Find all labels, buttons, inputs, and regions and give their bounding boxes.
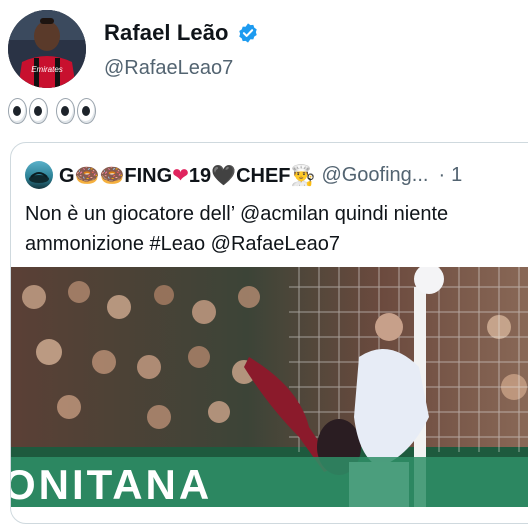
eyes-icon bbox=[29, 98, 48, 124]
eyes-icon bbox=[77, 98, 96, 124]
quoted-tweet-header: G🍩🍩FING❤19🖤CHEF👨‍🍳 @Goofing... · 1 bbox=[25, 161, 462, 189]
quoted-timestamp[interactable]: 1 bbox=[451, 164, 462, 187]
eyes-icon bbox=[56, 98, 75, 124]
quoted-handle[interactable]: @Goofing... bbox=[321, 164, 428, 187]
match-photo: ONITANA bbox=[10, 267, 528, 507]
donut-icon: 🍩 bbox=[74, 164, 100, 187]
verified-badge-icon bbox=[238, 23, 257, 43]
name-row: Rafael Leão bbox=[104, 20, 259, 46]
tweet-text bbox=[8, 98, 96, 124]
quoted-name-part: G bbox=[59, 164, 75, 187]
avatar-photo: Emirates bbox=[8, 10, 86, 88]
quoted-name-part: CHEF bbox=[236, 164, 291, 187]
tweet-header: Emirates Rafael Leão @RafaeLeao7 bbox=[0, 0, 528, 95]
eyes-icon bbox=[8, 98, 27, 124]
quoted-tweet-text: Non è un giocatore dell’ @acmilan quindi… bbox=[25, 203, 449, 255]
quoted-avatar-image bbox=[29, 172, 49, 183]
red-heart-icon: ❤ bbox=[172, 164, 189, 187]
chef-icon: 👨‍🍳 bbox=[290, 164, 316, 187]
display-name[interactable]: Rafael Leão bbox=[104, 20, 229, 46]
quoted-tweet[interactable]: G🍩🍩FING❤19🖤CHEF👨‍🍳 @Goofing... · 1 Non è… bbox=[10, 142, 528, 524]
avatar-jersey-text: Emirates bbox=[31, 65, 63, 74]
handle[interactable]: @RafaeLeao7 bbox=[104, 57, 233, 80]
dot-separator: · bbox=[438, 163, 446, 186]
quoted-media-image[interactable]: ONITANA bbox=[10, 267, 528, 507]
donut-icon: 🍩 bbox=[99, 164, 125, 187]
quoted-name-part: 19 bbox=[188, 164, 212, 187]
quoted-display-name[interactable]: G🍩🍩FING❤19🖤CHEF👨‍🍳 bbox=[59, 163, 315, 188]
quoted-name-part: FING bbox=[124, 164, 173, 187]
banner-text: ONITANA bbox=[10, 461, 212, 507]
avatar[interactable]: Emirates bbox=[8, 10, 86, 88]
quoted-avatar[interactable] bbox=[25, 161, 53, 189]
black-heart-icon: 🖤 bbox=[211, 164, 237, 187]
